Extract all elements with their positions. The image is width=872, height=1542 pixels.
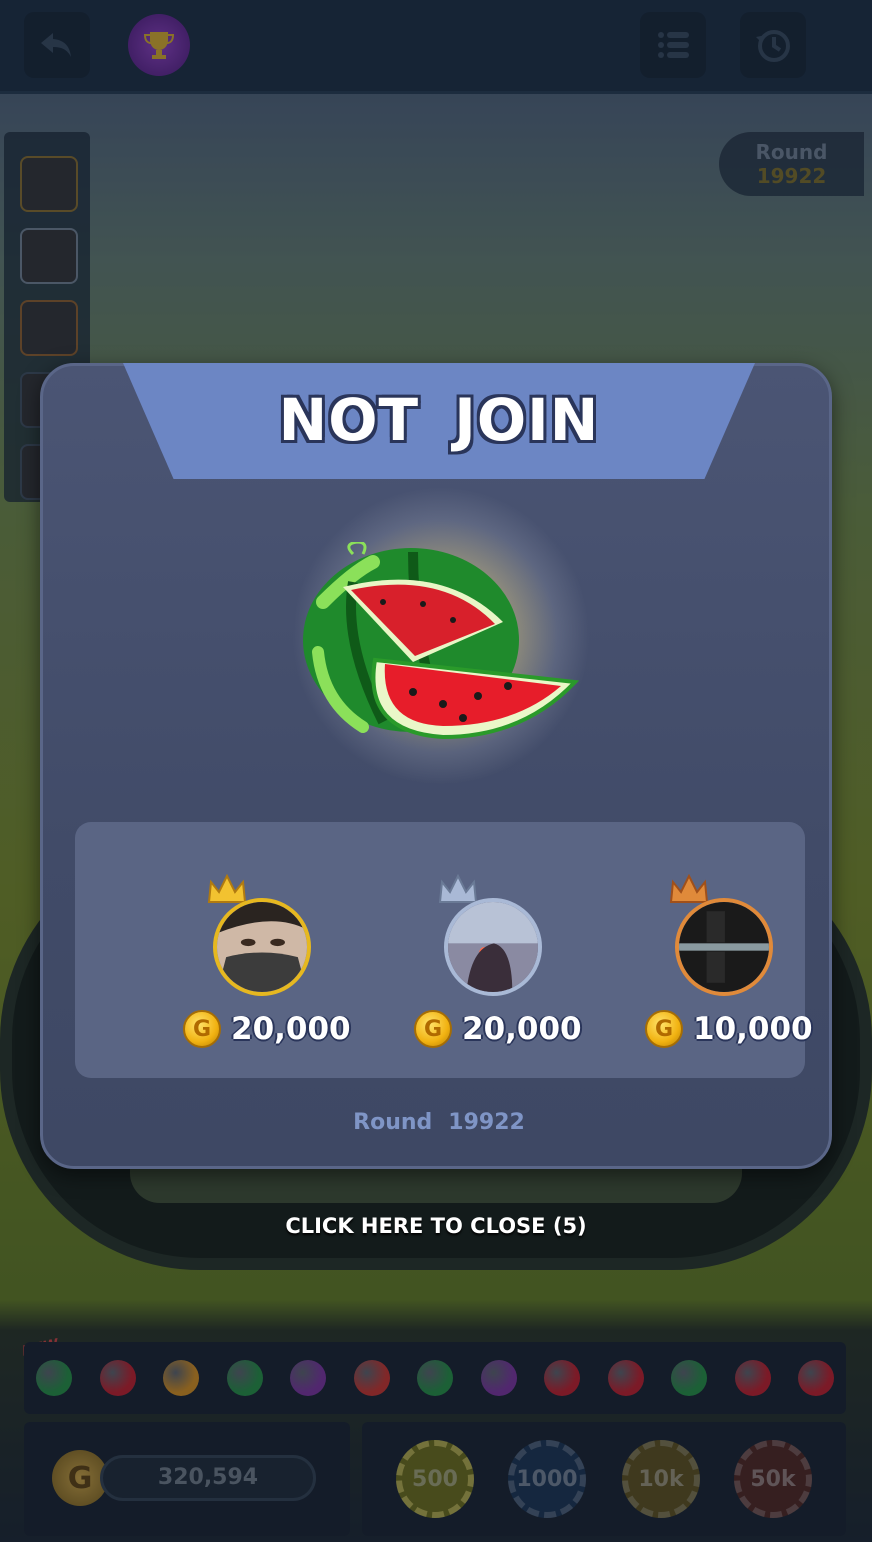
avatar[interactable]	[675, 898, 773, 996]
avatar[interactable]	[213, 898, 311, 996]
watermelon-icon	[303, 542, 580, 740]
coin-icon: G	[645, 1010, 683, 1048]
close-button[interactable]: CLICK HERE TO CLOSE (5)	[0, 1214, 872, 1238]
winners-panel: G 20,000 G 20,000 G 10,000	[75, 822, 813, 1078]
winner-amount: 10,000	[693, 1011, 813, 1047]
modal-title: NOT JOIN	[123, 386, 755, 454]
winner-3: G 10,000	[591, 874, 813, 1062]
silver-crown-icon	[438, 874, 478, 903]
prize: G 20,000	[414, 1010, 582, 1048]
winner-amount: 20,000	[462, 1011, 582, 1047]
winner-amount: 20,000	[231, 1011, 351, 1047]
prize: G 10,000	[645, 1010, 813, 1048]
title-word-not: NOT	[278, 386, 420, 454]
title-word-join: JOIN	[454, 386, 600, 454]
round-info: Round 19922	[43, 1110, 835, 1135]
gold-crown-icon	[207, 874, 247, 903]
prize: G 20,000	[183, 1010, 351, 1048]
winner-1: G 20,000	[129, 874, 351, 1062]
avatar[interactable]	[444, 898, 542, 996]
winner-2: G 20,000	[360, 874, 582, 1062]
coin-icon: G	[414, 1010, 452, 1048]
result-modal: NOT JOIN G 20,000 G 20,000 G 10,000 Roun…	[40, 363, 832, 1169]
bronze-crown-icon	[669, 874, 709, 903]
round-label: Round	[353, 1110, 433, 1135]
coin-icon: G	[183, 1010, 221, 1048]
round-number: 19922	[448, 1110, 525, 1135]
